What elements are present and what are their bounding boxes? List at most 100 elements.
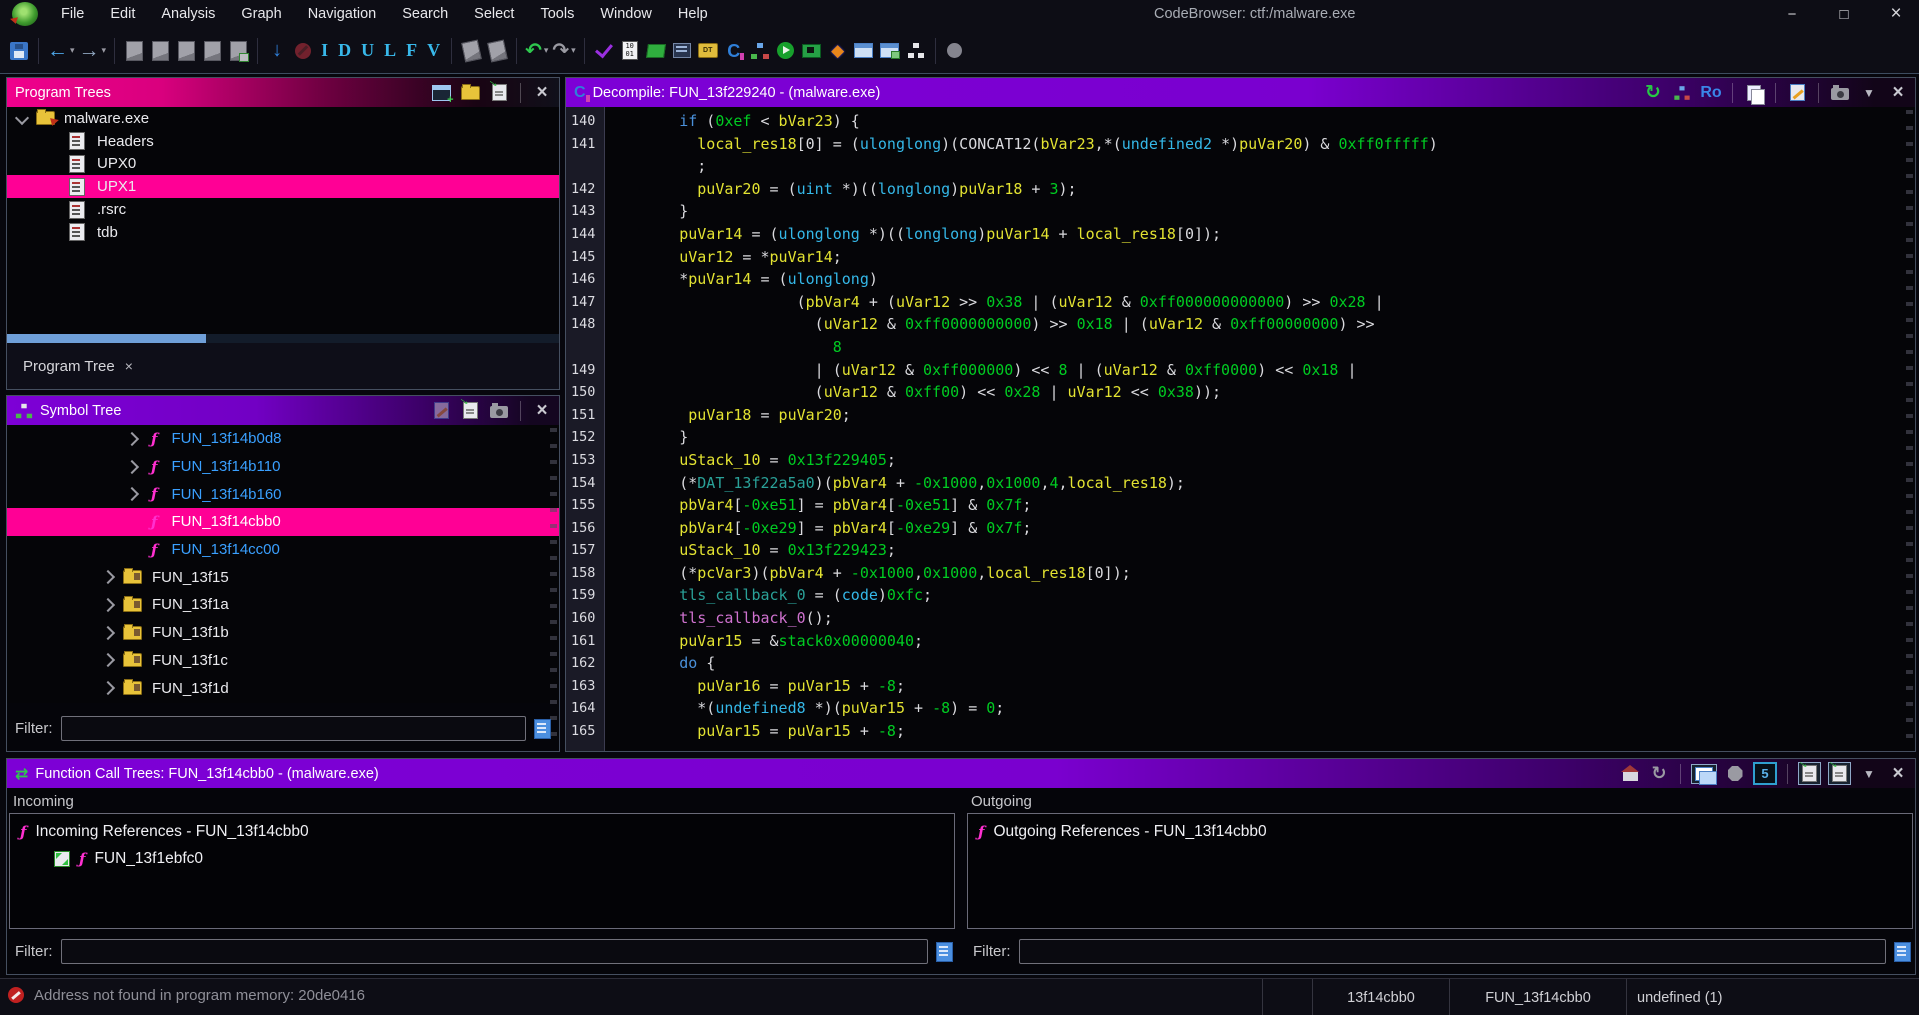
symbol-item-FUN_13f14b160[interactable]: ƒFUN_13f14b160 <box>7 480 559 508</box>
symbol-tree-button[interactable] <box>905 38 927 64</box>
symbol-item-FUN_13f15[interactable]: FUN_13f15 <box>7 563 559 591</box>
tab-close-icon[interactable]: × <box>125 358 133 374</box>
patch-tool-button-2[interactable] <box>486 38 508 64</box>
filter-options-icon[interactable] <box>1894 942 1911 962</box>
tree-item-UPX1[interactable]: UPX1 <box>7 175 559 198</box>
symbol-filter-input[interactable] <box>61 716 527 741</box>
depth-count-box[interactable]: 5 <box>1753 762 1777 785</box>
filter-button[interactable] <box>1724 763 1746 785</box>
menu-search[interactable]: Search <box>389 0 461 28</box>
table-view-button[interactable] <box>853 38 875 64</box>
copy-button[interactable] <box>1743 82 1765 104</box>
letter-tool-l[interactable]: L <box>384 40 396 61</box>
code-line-165[interactable]: 165puVar15 = puVar15 + -8; <box>566 720 1915 743</box>
code-line-143[interactable]: 143} <box>566 200 1915 223</box>
panel-menu-button[interactable]: ▼ <box>1858 82 1880 104</box>
expander-icon[interactable] <box>15 111 29 125</box>
code-line-146[interactable]: 146*puVar14 = (ulonglong) <box>566 268 1915 291</box>
call-tree-root-incoming[interactable]: ƒIncoming References - FUN_13f14cbb0 <box>20 818 954 845</box>
menu-select[interactable]: Select <box>461 0 527 28</box>
tree-item-root[interactable]: malware.exe <box>7 107 559 130</box>
code-line-158[interactable]: 158(*pcVar3)(pbVar4 + -0x1000,0x1000,loc… <box>566 562 1915 585</box>
code-line-160[interactable]: 160tls_callback_0(); <box>566 607 1915 630</box>
symbol-item-FUN_13f1b[interactable]: FUN_13f1b <box>7 619 559 647</box>
goto-tree-button[interactable] <box>488 82 510 104</box>
close-panel-button[interactable]: × <box>1887 82 1909 104</box>
incoming-tree[interactable]: ƒIncoming References - FUN_13f14cbb0ƒFUN… <box>9 813 955 929</box>
program-tree-tab[interactable]: Program Tree × <box>7 343 559 389</box>
menu-edit[interactable]: Edit <box>97 0 148 28</box>
redo-button[interactable]: ↷▾ <box>552 38 575 64</box>
code-line-156[interactable]: 156pbVar4[-0xe29] = pbVar4[-0xe29] & 0x7… <box>566 517 1915 540</box>
expander-icon[interactable] <box>101 653 115 667</box>
snapshot-button[interactable] <box>488 400 510 422</box>
close-panel-button[interactable]: × <box>531 400 553 422</box>
code-line-145[interactable]: 145uVar12 = *puVar14; <box>566 246 1915 269</box>
filter-options-icon[interactable] <box>936 942 953 962</box>
code-line-161[interactable]: 161puVar15 = &stack0x00000040; <box>566 630 1915 653</box>
expander-icon[interactable] <box>125 432 139 446</box>
decompile-code[interactable]: 140if (0xef < bVar23) {141local_res18[0]… <box>566 107 1915 751</box>
minimize-button[interactable]: − <box>1783 6 1801 23</box>
run-script-button[interactable] <box>775 38 797 64</box>
symbol-item-FUN_13f1c[interactable]: FUN_13f1c <box>7 647 559 675</box>
symbol-item-FUN_13f14b0d8[interactable]: ƒFUN_13f14b0d8 <box>7 425 559 453</box>
letter-tool-u[interactable]: U <box>361 40 374 61</box>
edit-symbol-button[interactable] <box>430 400 452 422</box>
tree-item-tdb[interactable]: tdb <box>7 221 559 244</box>
menu-help[interactable]: Help <box>665 0 721 28</box>
menu-file[interactable]: File <box>48 0 97 28</box>
expander-icon[interactable] <box>101 598 115 612</box>
edit-button[interactable] <box>1786 82 1808 104</box>
bookmark-button[interactable]: ◆ <box>827 38 849 64</box>
menu-tools[interactable]: Tools <box>527 0 587 28</box>
symbol-tree-titlebar[interactable]: Symbol Tree × <box>7 396 559 425</box>
table-chooser-button[interactable] <box>879 38 901 64</box>
code-line-141[interactable]: 141local_res18[0] = (ulonglong)(CONCAT12… <box>566 133 1915 156</box>
menu-graph[interactable]: Graph <box>228 0 294 28</box>
letter-tool-v[interactable]: V <box>427 40 440 61</box>
letter-tool-i[interactable]: I <box>321 40 328 61</box>
data-type-manager-button[interactable]: DT <box>697 38 719 64</box>
symbol-item-FUN_13f14cbb0[interactable]: ƒFUN_13f14cbb0 <box>7 508 559 536</box>
code-line-151[interactable]: 151puVar18 = puVar20; <box>566 404 1915 427</box>
tree-item-rsrc[interactable]: .rsrc <box>7 198 559 221</box>
close-window-button[interactable]: × <box>1887 3 1905 25</box>
listing-button[interactable] <box>671 38 693 64</box>
home-function-button[interactable] <box>1619 763 1641 785</box>
validate-button[interactable] <box>593 38 615 64</box>
outgoing-tree[interactable]: ƒOutgoing References - FUN_13f14cbb0 <box>967 813 1913 929</box>
tree-item-Headers[interactable]: Headers <box>7 130 559 153</box>
snapshot-button[interactable] <box>1829 82 1851 104</box>
doc-tool-button-4[interactable] <box>201 38 223 64</box>
save-button[interactable] <box>8 38 30 64</box>
expander-icon[interactable] <box>101 681 115 695</box>
undo-button[interactable]: ↶▾ <box>525 38 548 64</box>
code-line-152[interactable]: 152} <box>566 426 1915 449</box>
menu-window[interactable]: Window <box>587 0 665 28</box>
new-tree-button[interactable] <box>430 82 452 104</box>
code-line-140[interactable]: 140if (0xef < bVar23) { <box>566 110 1915 133</box>
nav-forward-button[interactable]: →▾ <box>79 38 107 64</box>
outgoing-filter-input[interactable] <box>1019 939 1887 964</box>
symbol-item-FUN_13f14b110[interactable]: ƒFUN_13f14b110 <box>7 453 559 481</box>
binary-view-button[interactable]: 1001 <box>619 38 641 64</box>
close-panel-button[interactable]: × <box>1887 763 1909 785</box>
code-line-155[interactable]: 155pbVar4[-0xe51] = pbVar4[-0xe51] & 0x7… <box>566 494 1915 517</box>
code-line-149[interactable]: 149| (uVar12 & 0xff000000) << 8 | (uVar1… <box>566 359 1915 382</box>
refresh-trees-button[interactable]: ↻ <box>1648 763 1670 785</box>
code-line-147[interactable]: 147(pbVar4 + (uVar12 >> 0x38 | (uVar12 &… <box>566 291 1915 314</box>
cascade-view-button[interactable] <box>1691 764 1717 784</box>
panel-menu-button[interactable]: ▼ <box>1858 763 1880 785</box>
symbol-item-FUN_13f14cc00[interactable]: ƒFUN_13f14cc00 <box>7 536 559 564</box>
expander-icon[interactable] <box>125 459 139 473</box>
refresh-decompile-button[interactable]: ↻ <box>1642 82 1664 104</box>
code-line-153[interactable]: 153uStack_10 = 0x13f229405; <box>566 449 1915 472</box>
help-button[interactable] <box>944 38 966 64</box>
expander-icon[interactable] <box>125 487 139 501</box>
expander-icon[interactable] <box>101 626 115 640</box>
goto-symbol-button[interactable] <box>459 400 481 422</box>
filter-options-icon[interactable] <box>534 719 551 739</box>
nav-incoming-button[interactable] <box>1798 762 1821 785</box>
call-graph-button[interactable] <box>749 38 771 64</box>
